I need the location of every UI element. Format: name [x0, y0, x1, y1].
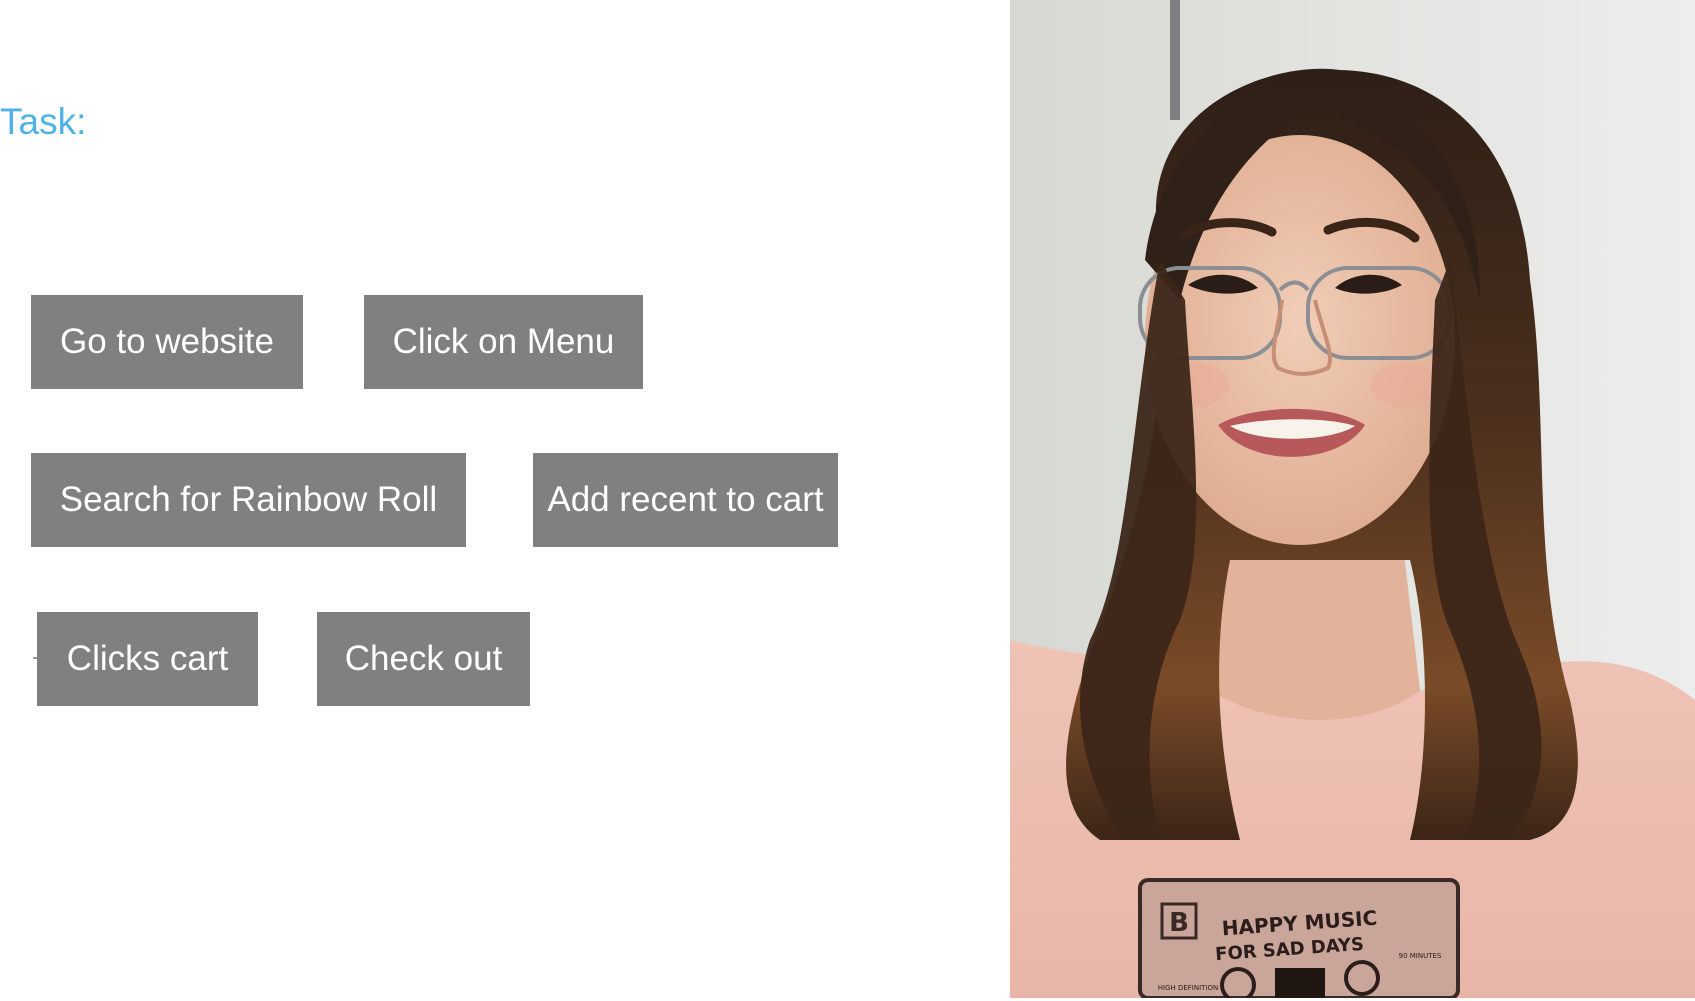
- background-pole: [1170, 0, 1180, 120]
- step-go-to-website[interactable]: Go to website: [31, 295, 303, 389]
- svg-text:B: B: [1169, 908, 1189, 938]
- svg-text:HIGH DEFINITION: HIGH DEFINITION: [1158, 984, 1219, 992]
- step-check-out[interactable]: Check out: [317, 612, 530, 706]
- step-clicks-cart[interactable]: Clicks cart: [37, 612, 258, 706]
- task-heading: Task:: [0, 101, 87, 142]
- svg-text:90 MINUTES: 90 MINUTES: [1399, 952, 1442, 960]
- step-search-rainbow-roll[interactable]: Search for Rainbow Roll: [31, 453, 466, 547]
- task-builder-canvas: Task: Go to website Click on Menu Search…: [0, 0, 1695, 1001]
- shirt-cassette-graphic: B HAPPY MUSIC FOR SAD DAYS HIGH DEFINITI…: [1138, 878, 1460, 998]
- step-click-on-menu[interactable]: Click on Menu: [364, 295, 643, 389]
- step-add-recent-to-cart[interactable]: Add recent to cart: [533, 453, 838, 547]
- persona-photo: B HAPPY MUSIC FOR SAD DAYS HIGH DEFINITI…: [1010, 0, 1695, 998]
